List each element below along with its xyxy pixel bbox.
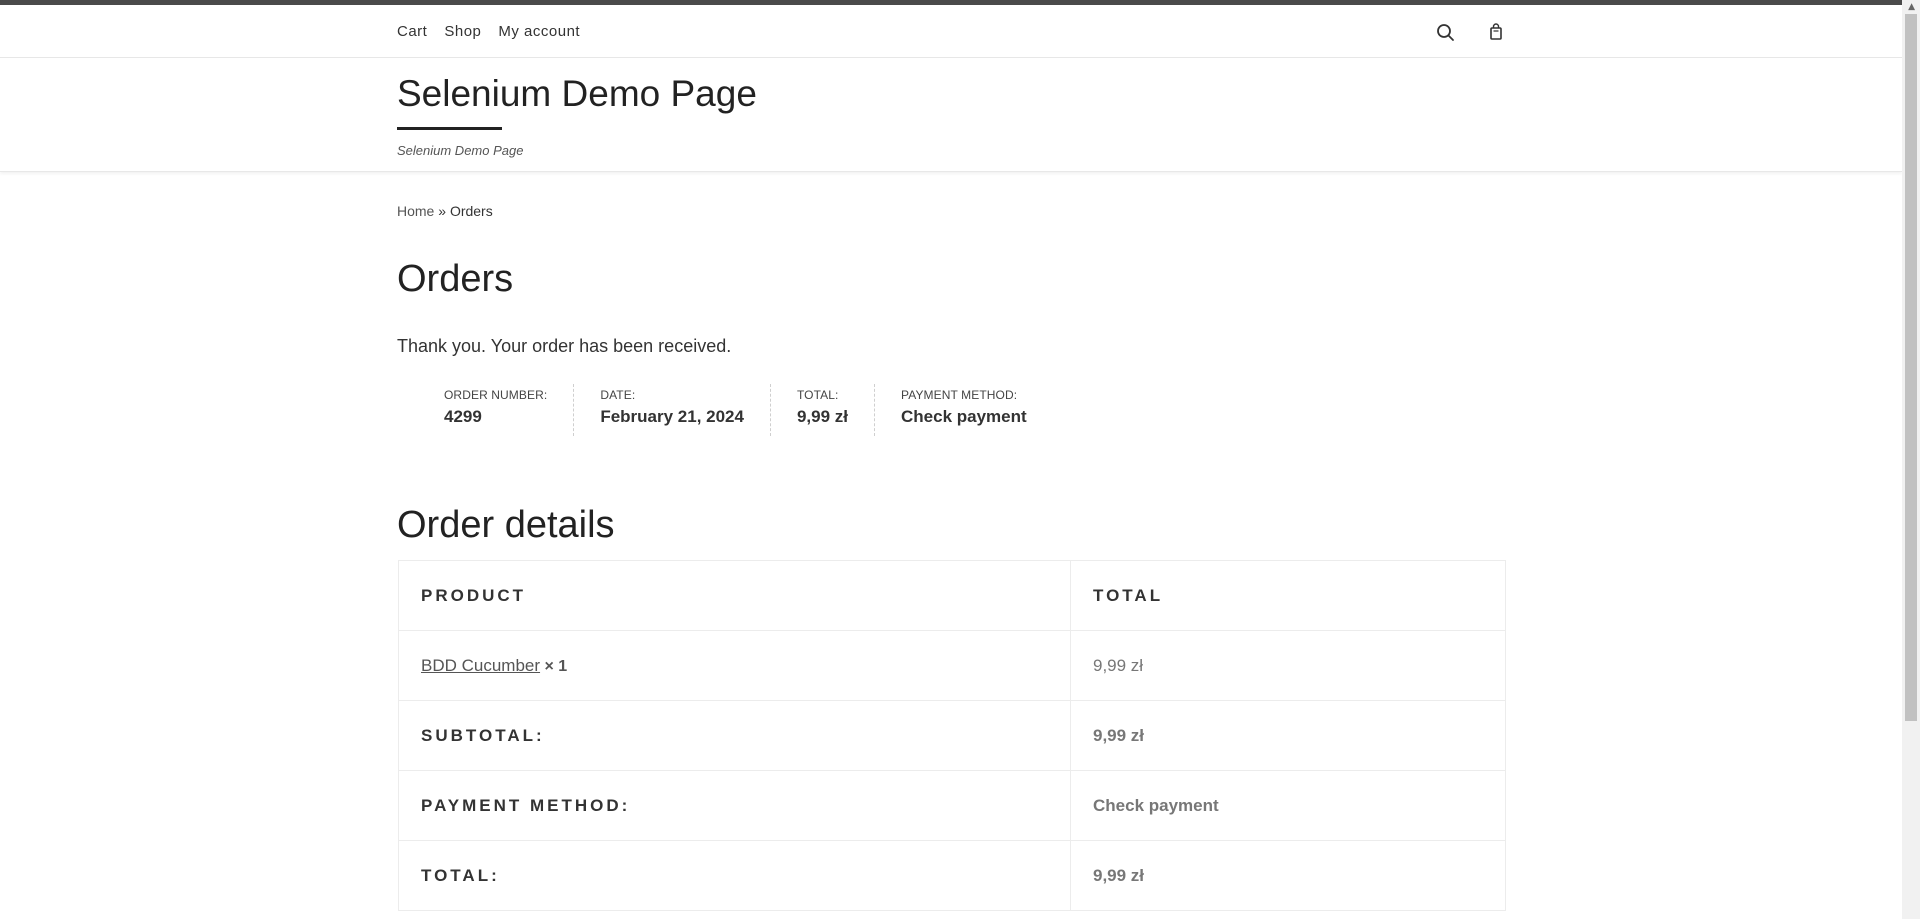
product-cell: BDD Cucumber × 1: [398, 630, 1071, 701]
header-total: TOTAL: [1070, 560, 1506, 631]
product-link[interactable]: BDD Cucumber: [421, 656, 540, 675]
overview-label: ORDER NUMBER:: [444, 388, 548, 402]
nav-link-my-account[interactable]: My account: [498, 23, 580, 40]
page-title: Orders: [397, 258, 514, 300]
search-icon[interactable]: [1434, 21, 1456, 43]
subtotal-label: SUBTOTAL:: [398, 700, 1071, 771]
top-navigation: Cart Shop My account: [0, 5, 1902, 58]
overview-label: PAYMENT METHOD:: [901, 388, 1018, 402]
overview-date: DATE: February 21, 2024: [573, 384, 770, 436]
scrollbar-thumb[interactable]: [1905, 14, 1917, 721]
site-tagline: Selenium Demo Page: [397, 143, 524, 158]
product-total: 9,99 zł: [1070, 630, 1506, 701]
breadcrumb-separator: »: [434, 203, 450, 219]
site-header: Selenium Demo Page Selenium Demo Page: [0, 59, 1902, 172]
site-title[interactable]: Selenium Demo Page: [397, 73, 757, 115]
table-row-subtotal: SUBTOTAL: 9,99 zł: [398, 700, 1506, 771]
payment-method-value: Check payment: [1070, 770, 1506, 841]
breadcrumb-home[interactable]: Home: [397, 203, 434, 219]
nav-link-shop[interactable]: Shop: [444, 23, 481, 40]
product-quantity: × 1: [544, 657, 568, 675]
overview-total: TOTAL: 9,99 zł: [769, 384, 874, 436]
payment-method-label: PAYMENT METHOD:: [398, 770, 1071, 841]
scroll-up-arrow-icon[interactable]: ▲: [1908, 2, 1915, 12]
overview-order-number: ORDER NUMBER: 4299: [444, 384, 573, 436]
nav-link-cart[interactable]: Cart: [397, 23, 427, 40]
order-received-notice: Thank you. Your order has been received.: [397, 336, 732, 356]
nav-menu: Cart Shop My account: [397, 23, 580, 40]
overview-label: DATE:: [600, 388, 636, 402]
order-details-title: Order details: [397, 504, 615, 546]
vertical-scrollbar[interactable]: ▲: [1902, 0, 1920, 919]
overview-value: Check payment: [901, 407, 1027, 426]
shopping-bag-icon[interactable]: [1485, 21, 1507, 43]
overview-value: 4299: [444, 407, 482, 426]
subtotal-value: 9,99 zł: [1070, 700, 1506, 771]
order-overview: ORDER NUMBER: 4299 DATE: February 21, 20…: [444, 384, 1053, 436]
overview-payment-method: PAYMENT METHOD: Check payment: [874, 384, 1053, 436]
overview-label: TOTAL:: [796, 388, 839, 402]
overview-value: February 21, 2024: [600, 407, 744, 426]
overview-value: 9,99 zł: [796, 407, 849, 426]
breadcrumb: Home » Orders: [397, 203, 493, 219]
order-details-table: PRODUCT TOTAL BDD Cucumber × 1 9,99 zł S…: [398, 560, 1506, 911]
total-label: TOTAL:: [398, 840, 1071, 911]
header-product: PRODUCT: [398, 560, 1071, 631]
table-header-row: PRODUCT TOTAL: [398, 560, 1506, 631]
breadcrumb-current: Orders: [449, 203, 493, 219]
table-row-total: TOTAL: 9,99 zł: [398, 840, 1506, 911]
title-underline: [397, 127, 502, 130]
table-row-product: BDD Cucumber × 1 9,99 zł: [398, 630, 1506, 701]
total-value: 9,99 zł: [1070, 840, 1506, 911]
table-row-payment-method: PAYMENT METHOD: Check payment: [398, 770, 1506, 841]
